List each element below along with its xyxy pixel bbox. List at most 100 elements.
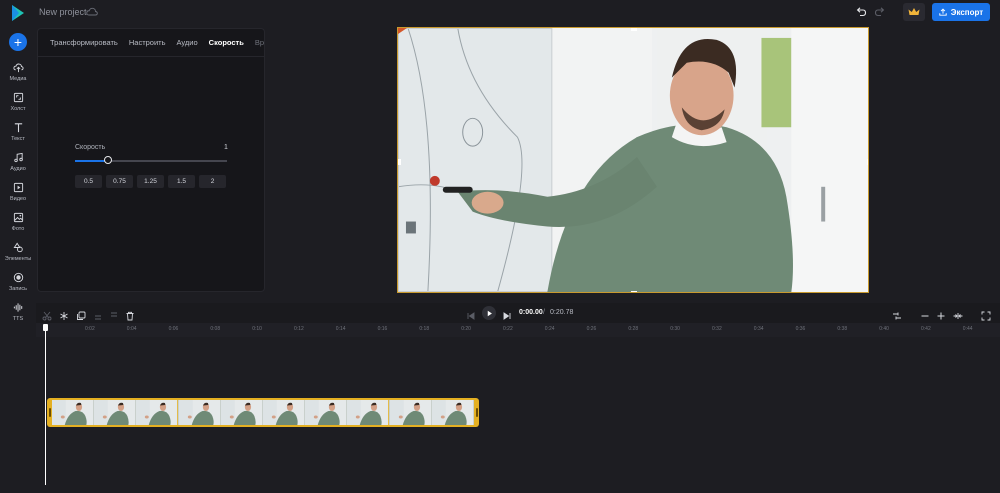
upload-icon bbox=[12, 63, 24, 73]
clip-trim-handle-right[interactable] bbox=[475, 408, 478, 417]
sidebar-item-canvas[interactable]: Холст bbox=[0, 92, 36, 118]
photo-icon bbox=[13, 212, 23, 223]
clip-thumbnail bbox=[347, 400, 390, 425]
redo-icon[interactable] bbox=[874, 6, 886, 18]
speed-value: 1 bbox=[224, 144, 228, 151]
ruler-tick-label: 0:20 bbox=[461, 326, 471, 332]
trash-icon[interactable] bbox=[125, 308, 135, 321]
properties-panel: Трансформировать Настроить Аудио Скорост… bbox=[37, 28, 265, 292]
left-sidebar: + Медиа Холст Текст Аудио Видео Фото Эле… bbox=[0, 26, 36, 493]
speed-preset-button[interactable]: 0.5 bbox=[75, 175, 102, 188]
resize-handle[interactable] bbox=[631, 28, 637, 31]
cut-icon[interactable] bbox=[42, 308, 52, 321]
ruler-tick-label: 0:10 bbox=[252, 326, 262, 332]
ruler-tick-label: 0:06 bbox=[168, 326, 179, 332]
speed-preset-button[interactable]: 2 bbox=[199, 175, 226, 188]
speed-slider-thumb[interactable] bbox=[104, 156, 113, 164]
sidebar-item-label: Элементы bbox=[4, 256, 32, 262]
upload-icon bbox=[939, 8, 947, 16]
clip-thumbnail bbox=[220, 400, 263, 425]
ruler-tick-label: 0:34 bbox=[753, 326, 764, 332]
tab-transform[interactable]: Трансформировать bbox=[50, 38, 118, 47]
fit-timeline-icon[interactable] bbox=[953, 308, 963, 319]
sidebar-item-label: Фото bbox=[11, 226, 25, 232]
ruler-tick-label: 0:26 bbox=[586, 326, 597, 332]
play-button[interactable] bbox=[482, 306, 496, 320]
shapes-icon bbox=[13, 242, 23, 253]
project-title[interactable]: New project bbox=[39, 7, 87, 17]
playhead-handle[interactable] bbox=[43, 324, 48, 331]
split-view-icon[interactable] bbox=[892, 308, 902, 320]
ruler-tick-label: 0:22 bbox=[503, 326, 513, 332]
move-up-icon[interactable] bbox=[93, 308, 103, 320]
clip-thumbnails bbox=[52, 400, 474, 425]
tab-speed[interactable]: Скорость bbox=[209, 38, 244, 47]
fullscreen-icon[interactable] bbox=[981, 308, 991, 321]
ruler-tick-label: 0:38 bbox=[837, 326, 848, 332]
sidebar-item-photo[interactable]: Фото bbox=[0, 212, 36, 238]
move-down-icon[interactable] bbox=[109, 308, 119, 318]
ruler-tick-label: 0:16 bbox=[377, 326, 388, 332]
speed-label: Скорость bbox=[75, 144, 106, 151]
ruler-tick-label: 0:24 bbox=[544, 326, 555, 332]
music-icon bbox=[13, 152, 23, 163]
ruler-tick-label: 0:18 bbox=[419, 326, 430, 332]
clip-trim-handle-left[interactable] bbox=[48, 408, 51, 417]
video-clip[interactable] bbox=[47, 398, 479, 427]
sidebar-item-record[interactable]: Запись bbox=[0, 272, 36, 298]
speed-slider[interactable] bbox=[75, 160, 227, 162]
tab-time[interactable]: Время bbox=[255, 38, 264, 47]
ruler-tick-label: 0:36 bbox=[795, 326, 806, 332]
ruler-tick-label: 0:44 bbox=[962, 326, 973, 332]
export-button[interactable]: Экспорт bbox=[932, 3, 990, 21]
sidebar-item-label: Видео bbox=[9, 196, 27, 202]
time-separator: / bbox=[543, 309, 545, 316]
add-media-button[interactable]: + bbox=[9, 33, 27, 51]
timeline-ruler[interactable]: 0:02 0:04 0:06 0:08 0:10 0:12 0:14 0:16 0:18 0:20… bbox=[36, 323, 1000, 337]
sidebar-item-video[interactable]: Видео bbox=[0, 182, 36, 208]
speed-preset-button[interactable]: 0.75 bbox=[106, 175, 133, 188]
ruler-tick-label: 0:32 bbox=[712, 326, 722, 332]
sidebar-item-label: Холст bbox=[10, 106, 26, 112]
duplicate-icon[interactable] bbox=[76, 308, 86, 320]
skip-back-icon[interactable] bbox=[466, 308, 476, 320]
resize-handle[interactable] bbox=[867, 159, 868, 165]
timeline-toolbar: 0:00.00 / 0:20.78 bbox=[36, 303, 1000, 323]
sidebar-item-media[interactable]: Медиа bbox=[0, 62, 36, 88]
tab-adjust[interactable]: Настроить bbox=[129, 38, 166, 47]
zoom-out-icon[interactable] bbox=[920, 308, 930, 318]
ruler-tick-label: 0:42 bbox=[921, 326, 931, 332]
resize-handle[interactable] bbox=[398, 159, 401, 165]
export-label: Экспорт bbox=[950, 7, 984, 17]
premium-crown-button[interactable] bbox=[903, 3, 925, 21]
freeze-icon[interactable] bbox=[59, 308, 69, 320]
ruler-tick-label: 0:30 bbox=[670, 326, 680, 332]
top-bar: New project Экспорт bbox=[0, 0, 1000, 26]
preview-frame-image bbox=[398, 28, 868, 292]
ruler-tick-label: 0:12 bbox=[294, 326, 304, 332]
sidebar-item-audio[interactable]: Аудио bbox=[0, 152, 36, 178]
crown-icon bbox=[908, 8, 920, 15]
undo-icon[interactable] bbox=[855, 6, 867, 18]
zoom-in-icon[interactable] bbox=[936, 308, 946, 320]
skip-forward-icon[interactable] bbox=[502, 308, 512, 320]
sidebar-item-elements[interactable]: Элементы bbox=[0, 242, 36, 268]
play-icon bbox=[487, 310, 492, 316]
app-logo-icon[interactable] bbox=[10, 4, 26, 22]
clip-thumbnail bbox=[178, 400, 221, 425]
resize-handle[interactable] bbox=[631, 291, 637, 292]
ruler-tick-label: 0:02 bbox=[85, 326, 95, 332]
sidebar-item-tts[interactable]: TTS bbox=[0, 302, 36, 328]
waveform-icon bbox=[13, 303, 22, 312]
playhead[interactable] bbox=[45, 325, 46, 485]
clip-thumbnail bbox=[136, 400, 179, 425]
speed-preset-button[interactable]: 1.25 bbox=[137, 175, 164, 188]
ruler-tick-label: 0:28 bbox=[628, 326, 639, 332]
video-preview[interactable] bbox=[397, 27, 869, 293]
tab-audio[interactable]: Аудио bbox=[177, 38, 198, 47]
speed-preset-button[interactable]: 1.5 bbox=[168, 175, 195, 188]
record-icon bbox=[13, 272, 23, 283]
sidebar-item-text[interactable]: Текст bbox=[0, 122, 36, 148]
clip-thumbnail bbox=[431, 400, 474, 425]
canvas-icon bbox=[13, 92, 23, 103]
